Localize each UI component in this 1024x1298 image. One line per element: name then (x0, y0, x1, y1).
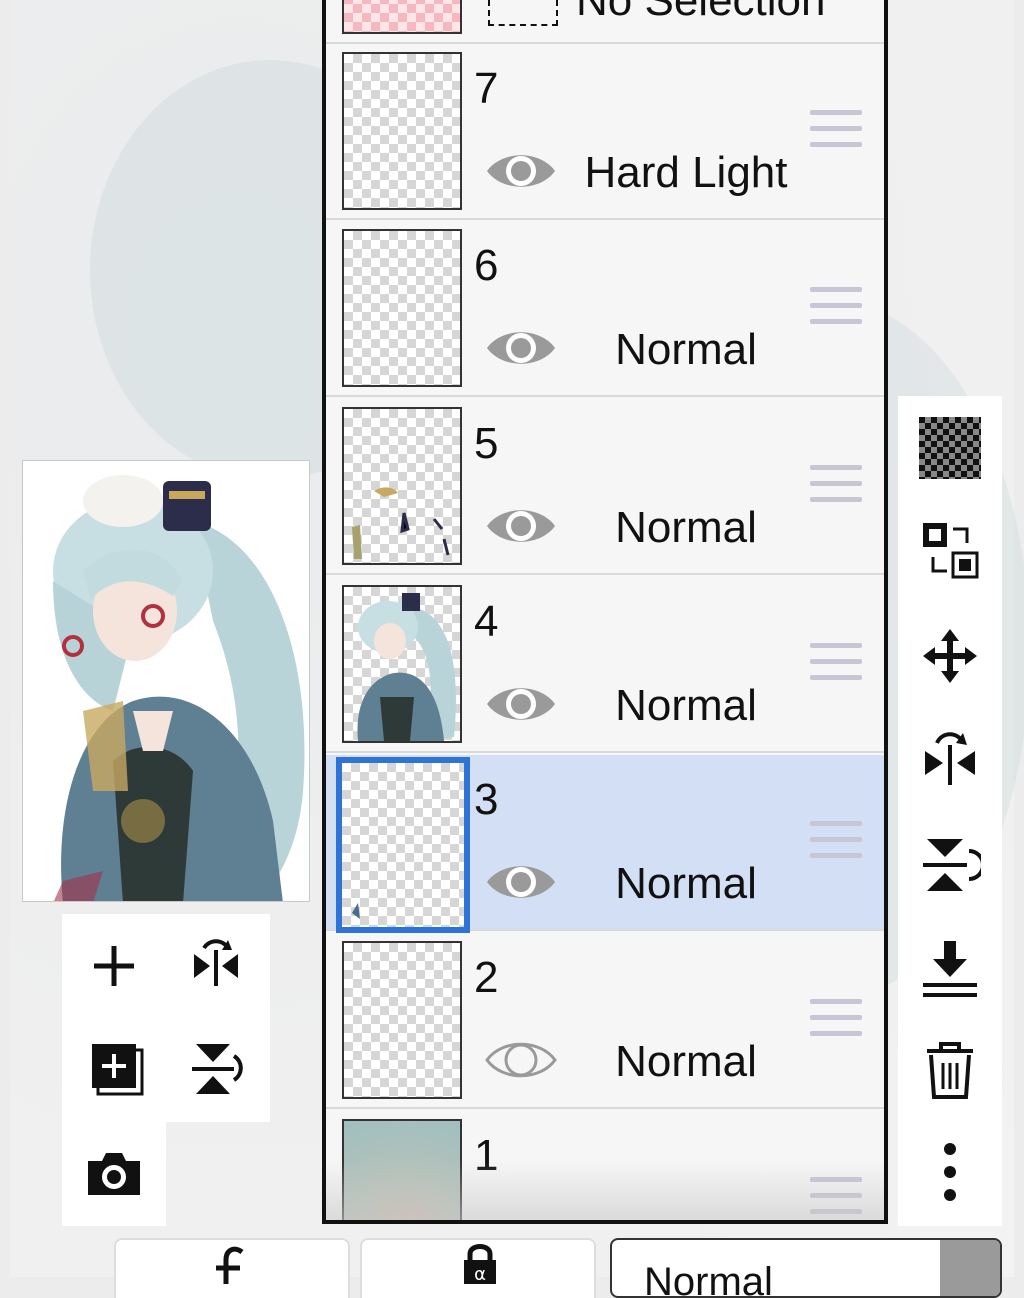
camera-icon[interactable] (74, 1134, 154, 1214)
swap-layer-icon[interactable] (912, 512, 988, 588)
layer-thumbnail[interactable] (342, 941, 462, 1099)
layer-thumbnail[interactable] (336, 757, 470, 933)
transparency-icon[interactable] (912, 410, 988, 486)
eye-visible-icon[interactable] (484, 323, 558, 373)
layer-blend-mode[interactable]: Normal (576, 681, 796, 731)
layer-thumbnail[interactable] (342, 585, 462, 743)
drag-handle-icon[interactable] (810, 999, 862, 1041)
layer-row[interactable]: 5 Normal (326, 399, 884, 575)
layer-blend-mode[interactable]: Hard Light (576, 148, 796, 198)
flip-horizontal-icon[interactable] (912, 722, 988, 798)
canvas-preview[interactable] (22, 460, 310, 902)
eye-visible-icon[interactable] (484, 146, 558, 196)
trash-icon[interactable] (912, 1032, 988, 1108)
layer-number: 2 (474, 953, 499, 1002)
clip-button[interactable] (114, 1238, 350, 1298)
layer-row[interactable]: 4 Normal (326, 577, 884, 753)
layer-blend-mode[interactable]: Normal (576, 1037, 796, 1087)
layer-number: 3 (474, 775, 499, 824)
eye-visible-icon[interactable] (484, 857, 558, 907)
drag-handle-icon[interactable] (810, 821, 862, 863)
alpha-lock-button[interactable]: α (360, 1238, 596, 1298)
drag-handle-icon[interactable] (810, 465, 862, 507)
layer-number: 7 (474, 64, 499, 113)
layer-row[interactable]: 2 Normal (326, 933, 884, 1109)
selection-layer-row[interactable]: No Selection (326, 0, 884, 44)
scroll-fade (326, 1160, 884, 1220)
svg-text:α: α (474, 1264, 486, 1284)
drag-handle-icon[interactable] (810, 643, 862, 685)
layer-thumbnail[interactable] (342, 52, 462, 210)
blend-mode-select[interactable]: Normal (610, 1238, 1002, 1298)
layer-row[interactable]: 6 Normal (326, 221, 884, 397)
right-toolbar (898, 396, 1002, 1226)
selection-thumbnail (342, 0, 462, 34)
left-toolbox (62, 914, 270, 1122)
flip-vertical-icon[interactable] (912, 826, 988, 902)
drag-handle-icon[interactable] (810, 110, 862, 152)
blend-mode-dropdown-arrow (940, 1240, 1000, 1296)
layer-number: 4 (474, 597, 499, 646)
layer-row[interactable]: 7 Hard Light (326, 44, 884, 220)
add-layer-icon[interactable] (74, 1028, 154, 1108)
move-icon[interactable] (912, 618, 988, 694)
layer-number: 6 (474, 241, 499, 290)
eye-hidden-icon[interactable] (484, 1035, 558, 1085)
more-icon[interactable] (912, 1134, 988, 1210)
selection-label: No Selection (576, 0, 826, 25)
eye-visible-icon[interactable] (484, 679, 558, 729)
flip-horizontal-icon[interactable] (176, 926, 256, 1006)
preview-artwork (23, 461, 309, 901)
layer-row[interactable]: 3 Normal (326, 755, 884, 933)
left-toolbox-camera (62, 1122, 166, 1226)
eye-visible-icon[interactable] (484, 501, 558, 551)
layer-thumbnail[interactable] (342, 407, 462, 565)
layers-panel: No Selection 7 Hard Light 6 Normal 5 Normal 4 N… (322, 0, 888, 1224)
blend-mode-value: Normal (644, 1260, 773, 1298)
flip-vertical-icon[interactable] (176, 1028, 256, 1108)
clip-icon (216, 1246, 244, 1284)
layer-blend-mode[interactable]: Normal (576, 325, 796, 375)
selection-icon (488, 0, 558, 26)
layer-blend-mode[interactable]: Normal (576, 859, 796, 909)
layer-thumbnail[interactable] (342, 229, 462, 387)
layer-number: 5 (474, 419, 499, 468)
alpha-lock-icon: α (464, 1244, 496, 1284)
merge-down-icon[interactable] (912, 930, 988, 1006)
drag-handle-icon[interactable] (810, 287, 862, 329)
add-icon[interactable] (74, 926, 154, 1006)
layer-blend-mode[interactable]: Normal (576, 503, 796, 553)
